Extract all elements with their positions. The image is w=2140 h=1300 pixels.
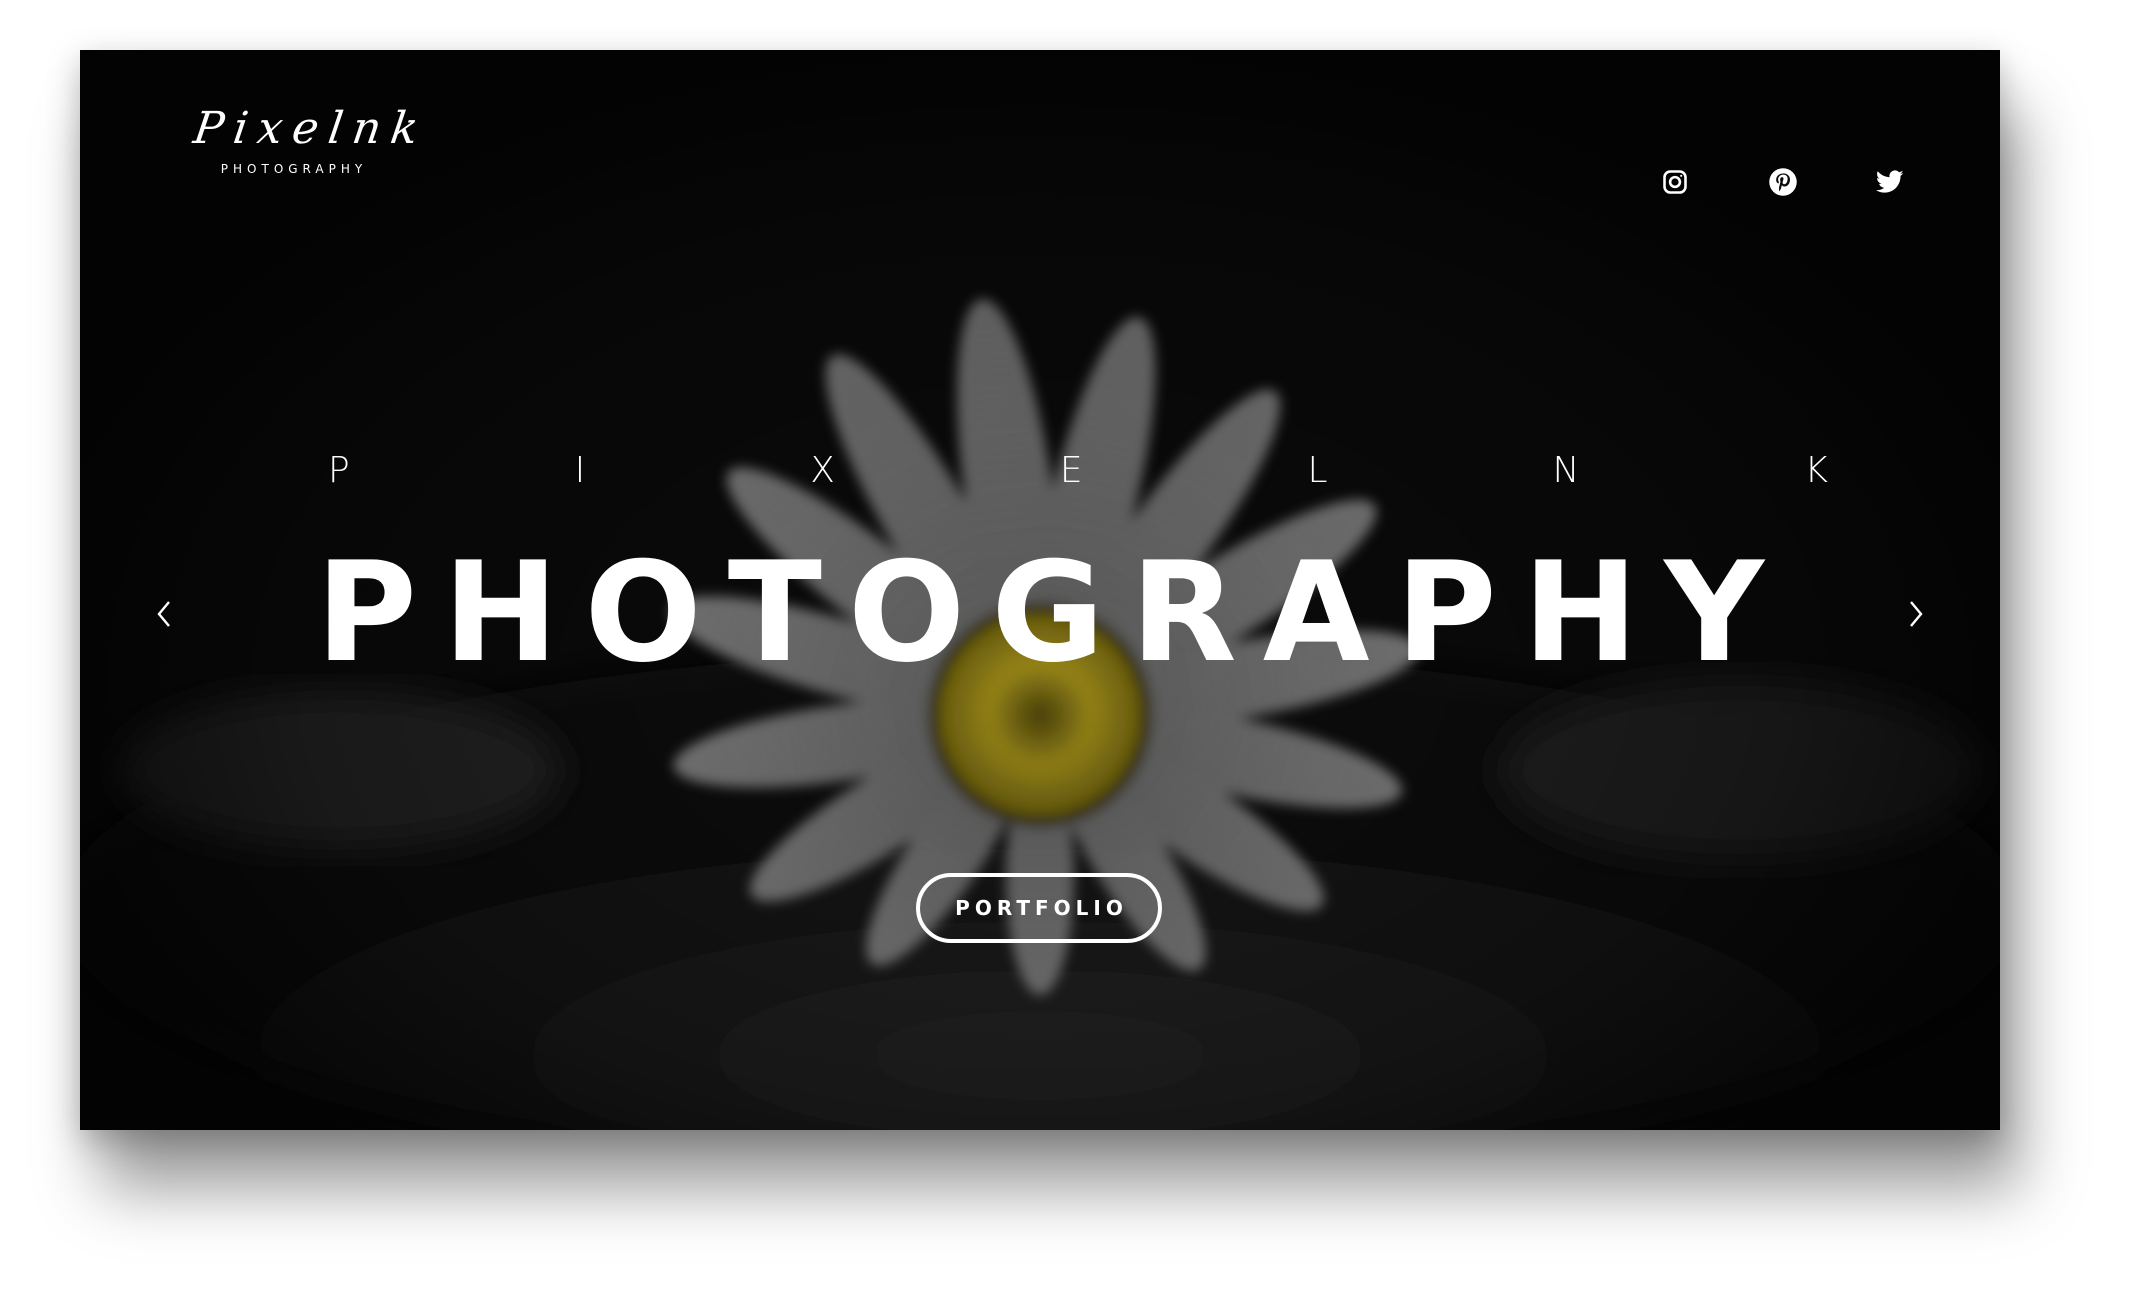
chevron-left-icon [157,601,170,627]
twitter-icon[interactable] [1872,164,1908,200]
chevron-right-icon [1910,601,1923,627]
page: Pixelnk PHOTOGRAPHY P I X E L N K PHOTOG… [0,0,2140,1300]
hero-headline: PHOTOGRAPHY [315,532,1791,693]
hero-section: Pixelnk PHOTOGRAPHY P I X E L N K PHOTOG… [80,50,2000,1130]
brand-subtitle: PHOTOGRAPHY [220,162,368,176]
kicker-letter: L [1307,450,1328,491]
previous-slide-button[interactable] [144,574,184,654]
brand-logo[interactable]: Pixelnk PHOTOGRAPHY [190,102,431,176]
pinterest-icon[interactable] [1765,164,1801,200]
kicker-letter: X [810,450,835,491]
kicker-letter: E [1059,450,1083,491]
kicker-letter: P [328,450,350,491]
hero-kicker: P I X E L N K [328,446,1828,496]
kicker-letter: K [1804,450,1828,491]
instagram-icon[interactable] [1657,164,1693,200]
portfolio-button[interactable]: PORTFOLIO [916,873,1162,943]
kicker-letter: N [1552,450,1580,491]
brand-name: Pixelnk [190,103,432,154]
next-slide-button[interactable] [1896,574,1936,654]
kicker-letter: I [574,450,586,491]
